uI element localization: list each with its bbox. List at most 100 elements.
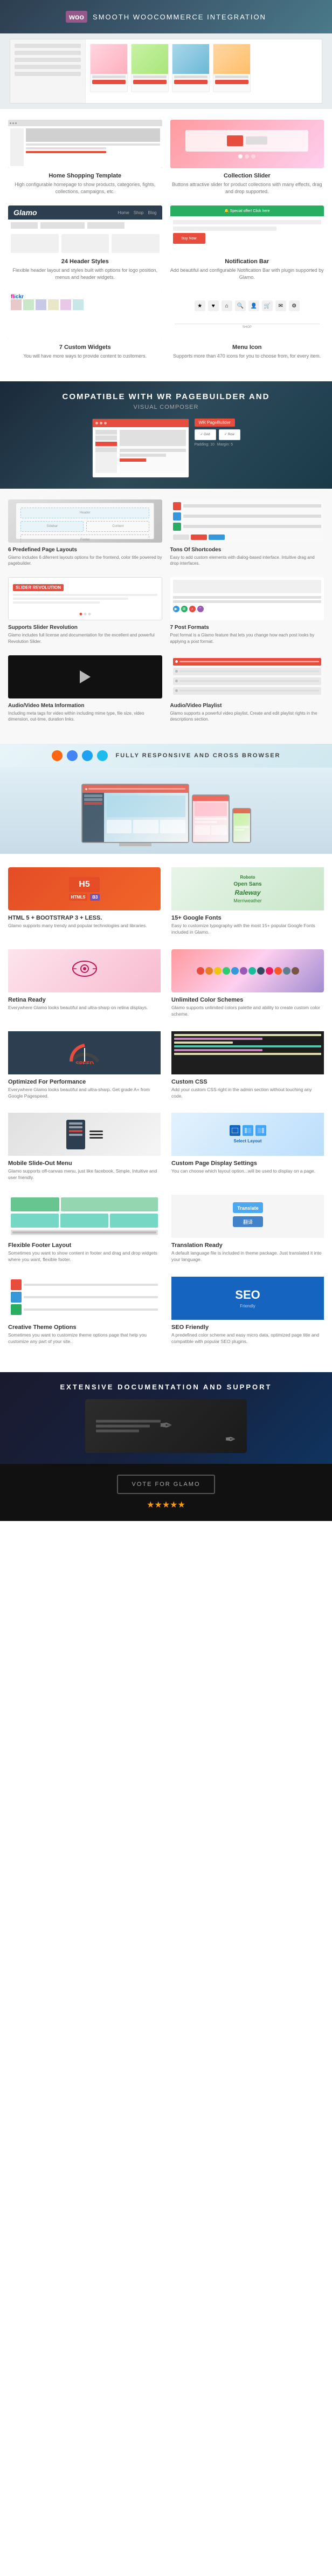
tech-title-performance: Optimized For Performance: [8, 1079, 161, 1085]
woo-preview-inner: [10, 39, 322, 104]
vote-button[interactable]: VOTE FOR GLAMO: [117, 1475, 215, 1494]
screen-dot: [85, 788, 87, 790]
icon-star: ★: [195, 300, 205, 311]
tech-performance: SPEED Optimized For Performance Everywhe…: [8, 1031, 161, 1100]
slider-rev-logo: SLIDER REVOLUTION: [13, 584, 64, 591]
retina-preview: [8, 949, 161, 992]
shortcode-row-3: [173, 523, 322, 531]
css-line-6: [174, 1053, 321, 1055]
creative-opt-3: [11, 1304, 158, 1315]
woo-main-area: [86, 39, 322, 103]
compat-options: WR PageBuilder ✓ Grid ✓ Row Padding: 10 …: [195, 419, 240, 478]
tech-desc-translation: A default language file is included in t…: [171, 1250, 324, 1263]
tech-row-6: Creative Theme Options Sometimes you wan…: [8, 1277, 324, 1345]
compatible-preview: WR PageBuilder ✓ Grid ✓ Row Padding: 10 …: [11, 419, 321, 478]
more-feature-row-3: Audio/Video Meta Information Including m…: [8, 655, 324, 722]
page-display-options: Select Layout: [230, 1125, 266, 1143]
tech-badges: HTML5 B3: [69, 894, 100, 901]
theme-opt-line-3: [24, 1308, 158, 1311]
video-preview: [8, 655, 162, 698]
flex-widget-2: [61, 1197, 158, 1211]
playlist-preview: [170, 655, 324, 698]
creative-options: [8, 1277, 161, 1320]
feature-desc-shopping: High configurable homepage to show produ…: [8, 181, 162, 195]
layout-sidebar-right: [255, 1125, 266, 1136]
icon-mail: ✉: [275, 300, 286, 311]
post-format-preview: ▶ ⊞ ♪ ": [170, 577, 324, 620]
screen-main: [104, 793, 188, 842]
slider-dot-1: [79, 613, 82, 615]
swatch-blue: [231, 967, 239, 975]
check-2: ✓ Row: [219, 429, 240, 440]
flexible-footer-bar: [11, 1230, 158, 1235]
glamo-nav: Home Shop Blog: [117, 210, 156, 215]
chrome-icon: [67, 750, 78, 761]
screen-bar: [88, 788, 185, 790]
compat-val-2: Margin: 5: [217, 443, 233, 447]
feature-img-notification: 🔔 Special offer! Click here Buy Now: [170, 205, 324, 254]
flexible-top: [11, 1197, 158, 1211]
format-video: ▶: [173, 606, 179, 612]
swatch-yellow: [214, 967, 222, 975]
hamburger-icon: [89, 1131, 103, 1139]
feature-title-header: 24 Header Styles: [8, 258, 162, 265]
tech-img-page-display: Select Layout: [171, 1113, 324, 1156]
woo-preview-section: [0, 33, 332, 109]
dd-row-3: Footer: [20, 535, 149, 543]
dd-item-1: Header: [20, 508, 149, 518]
theme-color-2: [11, 1292, 22, 1303]
feature-desc-widgets: You will have more ways to provide conte…: [8, 353, 162, 360]
tech-row-3: SPEED Optimized For Performance Everywhe…: [8, 1031, 324, 1100]
screen-main-img: [107, 796, 185, 817]
html5-tag: HTML5: [69, 894, 88, 901]
feature-title-widgets: 7 Custom Widgets: [8, 344, 162, 351]
custom-css-preview: [171, 1031, 324, 1074]
feature-widgets: flickr 7 Custom Widgets: [8, 291, 162, 360]
tech-seo: SEO Friendly SEO Friendly A predefined c…: [171, 1277, 324, 1345]
feature-desc-header: Flexible header layout and styles built …: [8, 267, 162, 280]
swatch-deep-orange: [274, 967, 282, 975]
feature-menu-icon: ★ ♥ ⌂ 🔍 👤 🛒 ✉ ⚙ SHOP Menu Icon Supports …: [170, 291, 324, 360]
tablet-img: [195, 803, 227, 816]
mobile-menu-preview: [8, 1113, 161, 1156]
playlist-item-4: [173, 687, 322, 695]
playlist-item-3: [173, 677, 322, 685]
playlist-line-3: [179, 680, 320, 682]
tech-desc-google-fonts: Easy to customize typography with the mo…: [171, 923, 324, 936]
feature-notification: 🔔 Special offer! Click here Buy Now Noti…: [170, 205, 324, 280]
tech-custom-css: Custom CSS Add your custom CSS right in …: [171, 1031, 324, 1100]
feature-img-video: [8, 655, 162, 698]
swatch-green: [223, 967, 230, 975]
playlist-item-2: [173, 668, 322, 675]
html5-badge: H5: [69, 877, 100, 892]
feature-desc-video: Including meta tags for video within inc…: [8, 710, 162, 722]
tech-desc-mobile-menu: Glamo supports off-canvas menu, just lik…: [8, 1168, 161, 1181]
page-display-preview: Select Layout: [171, 1113, 324, 1156]
feature-row-1: Home Shopping Template High configurable…: [8, 120, 324, 195]
playlist-line-active: [179, 661, 320, 662]
menu-item-3: [69, 1134, 82, 1136]
sidebar-item-5: [15, 72, 81, 76]
flex-widget-4: [60, 1214, 108, 1228]
tech-title-seo: SEO Friendly: [171, 1324, 324, 1331]
flickr-logo: flickr: [11, 294, 24, 300]
tech-title-custom-css: Custom CSS: [171, 1079, 324, 1085]
screen-product-1: [107, 820, 132, 833]
dd-item-3: Content: [86, 521, 149, 532]
feature-desc-post-formats: Post format is a Glamo feature that lets…: [170, 632, 324, 644]
swatch-dark: [257, 967, 265, 975]
tech-row-5: Flexible Footer Layout Sometimes you wan…: [8, 1195, 324, 1263]
icon-user: 👤: [248, 300, 259, 311]
seo-sub: Friendly: [235, 1304, 260, 1308]
tech-desc-performance: Everywhere Glamo looks beautiful and ult…: [8, 1087, 161, 1100]
device-desktop: [81, 784, 189, 843]
font-name-1: Roboto: [240, 875, 255, 880]
playlist-dot-4: [175, 689, 178, 692]
feature-home-shopping: Home Shopping Template High configurable…: [8, 120, 162, 195]
tech-title-creative: Creative Theme Options: [8, 1324, 161, 1331]
creative-opt-1: [11, 1279, 158, 1290]
swatch-teal: [248, 967, 256, 975]
icon-settings: ⚙: [289, 300, 300, 311]
features-section: Home Shopping Template High configurable…: [0, 109, 332, 381]
mockup-content: [93, 427, 189, 476]
